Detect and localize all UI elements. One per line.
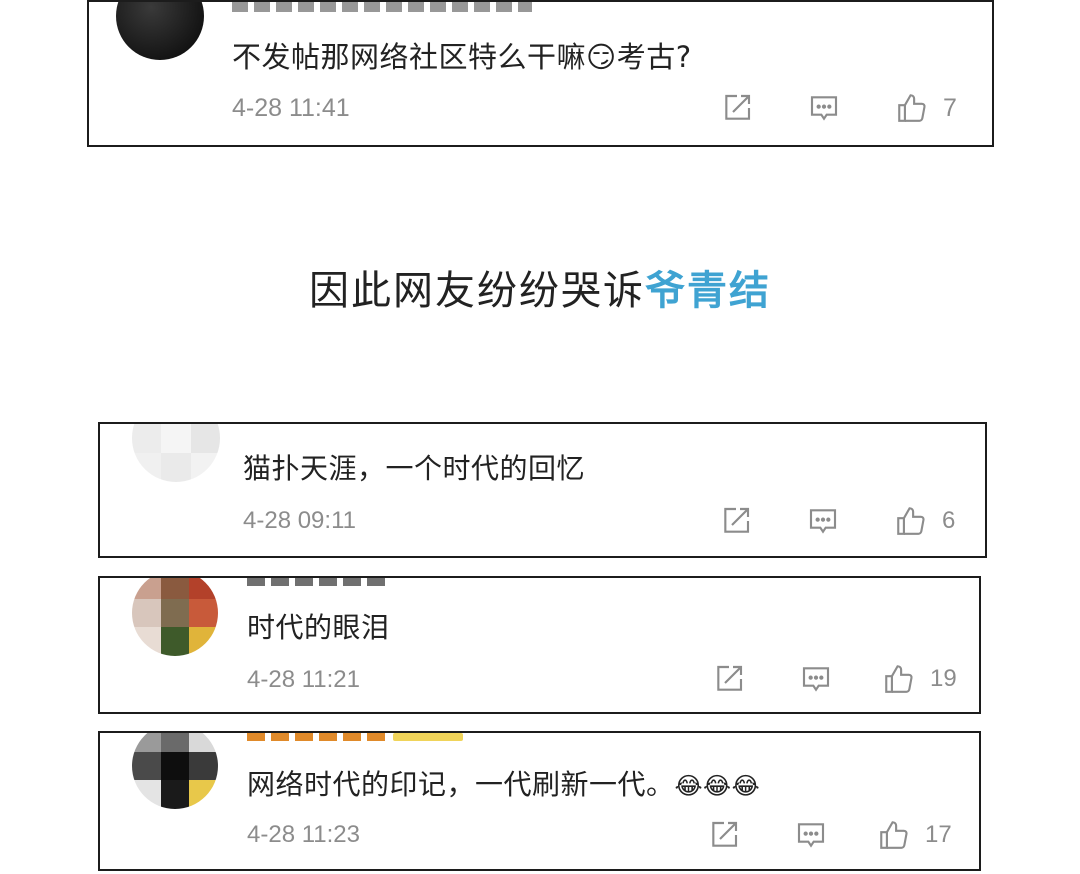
username-cut (247, 733, 477, 743)
share-icon (725, 94, 751, 120)
comment-card-1: 不发帖那网络社区特么干嘛😏考古? 4-28 11:41 7 (87, 0, 994, 147)
comment-actions: 7 (721, 91, 957, 125)
timestamp: 4-28 11:41 (232, 94, 350, 122)
comment-actions: 19 (713, 662, 957, 696)
thumbs-up-icon (898, 94, 926, 122)
share-icon (724, 507, 750, 533)
avatar[interactable] (132, 424, 220, 482)
headline-highlight: 爷青结 (645, 268, 771, 314)
reply-button[interactable] (807, 505, 839, 537)
reply-button[interactable] (800, 663, 832, 695)
comment-meta: 4-28 11:21 (247, 666, 360, 694)
avatar[interactable] (116, 2, 204, 60)
like-count: 7 (943, 93, 957, 122)
like-button[interactable]: 19 (882, 662, 957, 696)
share-button[interactable] (713, 663, 745, 695)
share-icon (712, 821, 738, 847)
like-button[interactable]: 6 (894, 504, 955, 538)
like-count: 19 (930, 665, 957, 692)
comment-text: 猫扑天涯，一个时代的回忆 (243, 452, 586, 485)
timestamp: 4-28 11:21 (247, 666, 360, 693)
username-cut (247, 578, 387, 588)
emoji: 😂😂😂 (674, 772, 761, 800)
headline-text: 因此网友纷纷哭诉 (309, 268, 645, 314)
thumbs-up-icon (885, 665, 913, 693)
comment-icon (797, 823, 825, 848)
comment-text: 时代的眼泪 (247, 611, 390, 644)
comment-meta: 4-28 11:23 (247, 821, 360, 849)
comment-meta: 4-28 11:41 (232, 94, 350, 123)
reply-button[interactable] (808, 92, 840, 124)
share-button[interactable] (708, 819, 740, 851)
share-icon (717, 665, 743, 691)
timestamp: 4-28 11:23 (247, 821, 360, 848)
comment-card-2: 猫扑天涯，一个时代的回忆 4-28 09:11 6 (98, 422, 987, 558)
username-cut (232, 2, 532, 12)
comment-text: 不发帖那网络社区特么干嘛😏考古? (232, 40, 692, 74)
share-button[interactable] (721, 92, 753, 124)
avatar[interactable] (132, 733, 218, 809)
comment-card-4: 网络时代的印记，一代刷新一代。😂😂😂 4-28 11:23 17 (98, 731, 981, 871)
headline: 因此网友纷纷哭诉爷青结 (0, 258, 1080, 316)
comment-actions: 6 (720, 504, 955, 538)
like-button[interactable]: 17 (877, 818, 952, 852)
comment-card-3: 时代的眼泪 4-28 11:21 19 (98, 576, 981, 714)
thumbs-up-icon (880, 821, 908, 849)
reply-button[interactable] (795, 819, 827, 851)
like-count: 17 (925, 821, 952, 848)
comment-icon (810, 96, 838, 121)
thumbs-up-icon (897, 507, 925, 535)
share-button[interactable] (720, 505, 752, 537)
like-button[interactable]: 7 (895, 91, 957, 125)
like-count: 6 (942, 507, 956, 534)
comment-text: 网络时代的印记，一代刷新一代。😂😂😂 (247, 768, 761, 801)
avatar[interactable] (132, 578, 218, 656)
comment-actions: 17 (708, 818, 952, 852)
comment-icon (809, 509, 837, 534)
comment-icon (802, 667, 830, 692)
timestamp: 4-28 09:11 (243, 507, 356, 534)
emoji: 😏 (586, 40, 617, 74)
comment-meta: 4-28 09:11 (243, 507, 356, 535)
